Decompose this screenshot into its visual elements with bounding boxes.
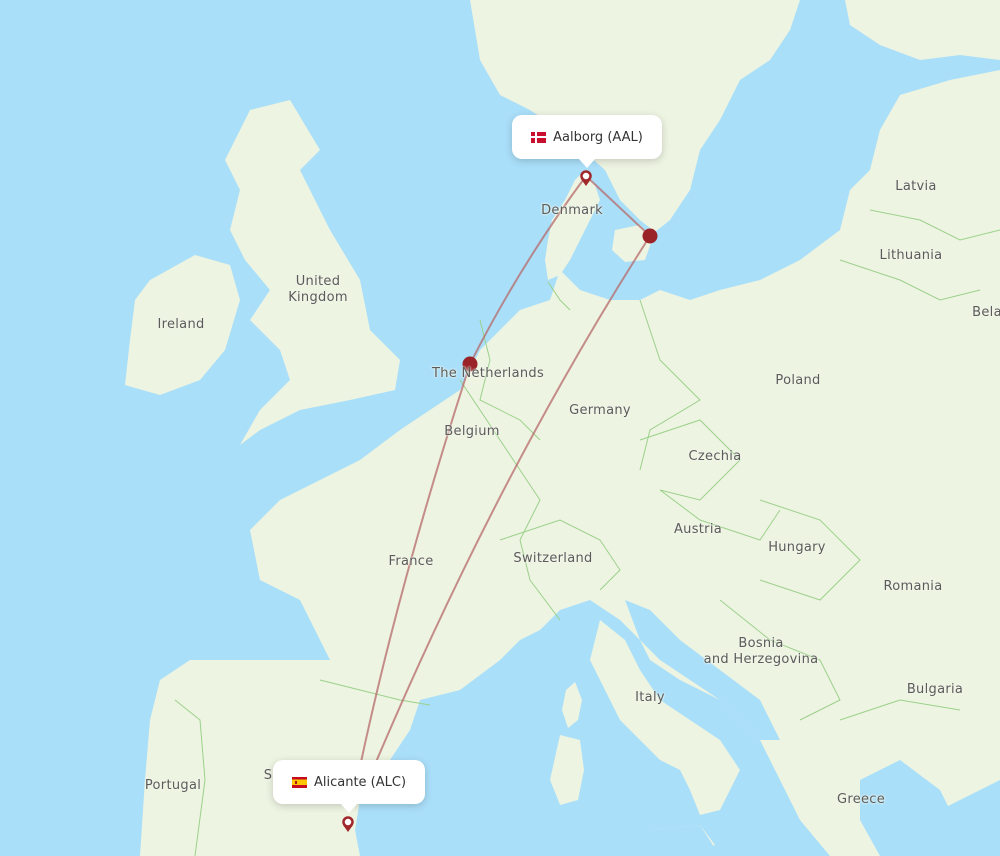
country-label-greece: Greece — [836, 792, 886, 807]
country-label-portugal: Portugal — [144, 778, 202, 793]
country-label-austria: Austria — [673, 522, 723, 537]
spain-flag-icon — [291, 776, 307, 788]
country-label-denmark: Denmark — [541, 203, 603, 218]
destination-airport-name: Alicante (ALC) — [313, 774, 407, 790]
country-label-netherlands: The Netherlands — [431, 366, 545, 381]
country-label-bosnia: Bosnia and Herzegovina — [703, 636, 819, 667]
destination-airport-popup[interactable]: Alicante (ALC) — [273, 760, 425, 813]
country-label-switzerland: Switzerland — [513, 551, 593, 566]
origin-airport-popup[interactable]: Aalborg (AAL) — [512, 115, 662, 168]
land-corsica — [562, 682, 582, 728]
country-label-czechia: Czechia — [688, 449, 742, 464]
country-label-lithuania: Lithuania — [879, 248, 943, 263]
country-label-romania: Romania — [883, 579, 943, 594]
stopover-marker-copenhagen[interactable] — [642, 228, 658, 244]
country-label-spain: S — [263, 768, 273, 783]
country-label-belgium: Belgium — [444, 424, 500, 439]
route-map[interactable]: Latvia Lithuania Bela Denmark United Kin… — [0, 0, 1000, 856]
country-label-france: France — [388, 554, 434, 569]
country-label-italy: Italy — [635, 690, 665, 705]
country-label-ireland: Ireland — [157, 317, 205, 332]
country-label-hungary: Hungary — [768, 540, 826, 555]
country-label-united-kingdom: United Kingdom — [288, 274, 348, 305]
country-label-bulgaria: Bulgaria — [906, 682, 964, 697]
country-label-latvia: Latvia — [895, 179, 937, 194]
land-great-britain — [225, 100, 400, 445]
land-finland — [845, 0, 1000, 60]
origin-airport-name: Aalborg (AAL) — [553, 129, 643, 145]
denmark-flag-icon — [531, 131, 547, 143]
country-label-poland: Poland — [775, 373, 821, 388]
country-label-belarus: Bela — [972, 305, 1000, 320]
land-denmark — [545, 170, 600, 280]
map-base-layer — [125, 0, 1000, 856]
country-label-germany: Germany — [569, 403, 631, 418]
